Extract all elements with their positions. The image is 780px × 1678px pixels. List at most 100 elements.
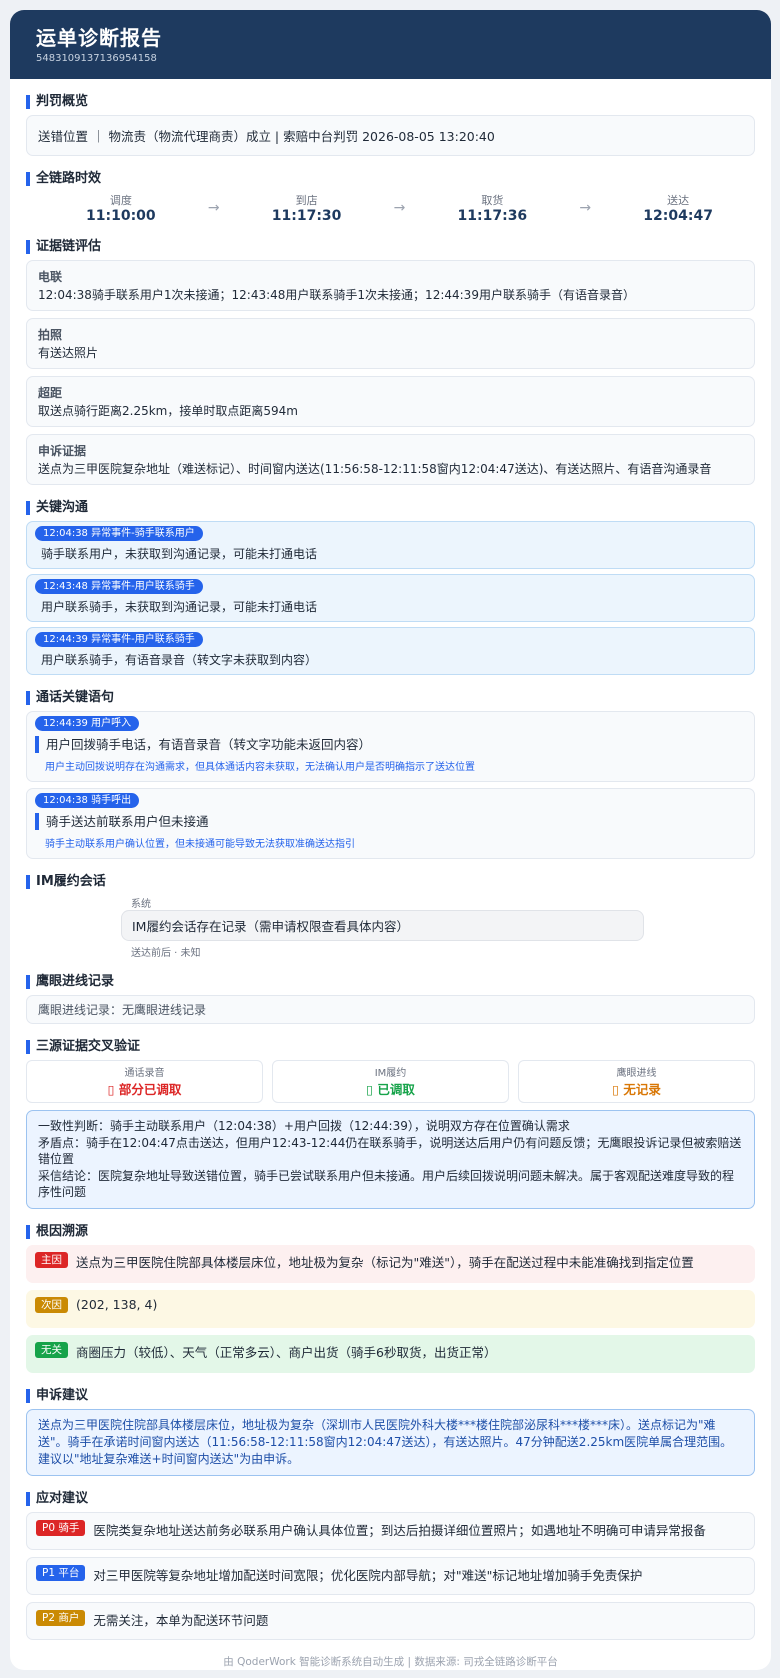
evidence-text: 12:04:38骑手联系用户1次未接通；12:43:48用户联系骑手1次未接通；… <box>38 288 635 302</box>
timeline-node-time: 11:17:36 <box>457 208 528 224</box>
root-cause-text: 商圈压力（较低）、天气（正常多云）、商户出货（骑手6秒取货，出货正常） <box>76 1344 497 1360</box>
cross-sources: 通话录音 ▯ 部分已调取 IM履约 ▯ 已调取 鹰眼进线 ▯ 无记录 <box>26 1060 755 1103</box>
comm-item: 12:43:48 异常事件-用户联系骑手用户联系骑手，未获取到沟通记录，可能未打… <box>26 574 755 622</box>
report-title: 运单诊断报告 <box>36 26 162 50</box>
timeline-node-label: 送达 <box>667 194 690 207</box>
cross-source-status: ▯ 已调取 <box>366 1082 415 1097</box>
cross-source-label: IM履约 <box>374 1068 407 1079</box>
evidence-section-title: 证据链评估 <box>26 240 755 254</box>
call-tag: 12:04:38 骑手呼出 <box>35 793 140 808</box>
timeline-node-label: 取货 <box>481 194 504 207</box>
calls-list: 12:44:39 用户呼入用户回拨骑手电话，有语音录音（转文字功能未返回内容） 用… <box>26 711 755 859</box>
comm-event-tag: 12:43:48 异常事件-用户联系骑手 <box>35 579 203 594</box>
comm-item: 12:04:38 异常事件-骑手联系用户 骑手联系用户，未获取到沟通记录，可能未打… <box>26 521 755 569</box>
im-message: 系统 IM履约会话存在记录（需申请权限查看具体内容） 送达前后 · 未知 <box>26 895 644 959</box>
evidence-card: 超距取送点骑行距离2.25km，接单时取点距离594m <box>26 376 755 427</box>
root-cause-item: 次因 (202, 138, 4) <box>26 1289 755 1328</box>
comm-item: 12:44:39 异常事件-用户联系骑手用户联系骑手，有语音录音（转文字未获取到… <box>26 627 755 675</box>
actions-section-title: 应对建议 <box>26 1491 755 1506</box>
im-meta: 送达前后 · 未知 <box>131 948 201 959</box>
comm-text: 用户联系骑手，有语音录音（转文字未获取到内容） <box>41 653 318 667</box>
actions-list: P0 骑手 医院类复杂地址送达前务必联系用户确认具体位置；到达后拍摄详细位置照片；… <box>26 1511 755 1640</box>
action-item: P2 商户 无需关注，本单为配送环节问题 <box>26 1601 755 1640</box>
comm-text: 用户联系骑手，未获取到沟通记录，可能未打通电话 <box>41 600 318 614</box>
timeline-arrow: → <box>393 200 406 216</box>
action-item: P1 平台 对三甲医院等复杂地址增加配送时间宽限；优化医院内部导航；对"难送"标记… <box>26 1556 755 1595</box>
verdict-line: 一致性判断：骑手主动联系用户（12:04:38）+用户回拨（12:44:39），… <box>38 1119 570 1133</box>
timeline: 调度 11:10:00 → 到店 11:17:30 → 取货 11:17:36 → 送达 12:04… <box>26 192 755 224</box>
report-page: 运单诊断报告 5483109137136954158 判罚概览 送错位置 ｜ 物… <box>10 10 771 1670</box>
root-cause-tag: 主因 <box>35 1251 68 1268</box>
report-content: 判罚概览 送错位置 ｜ 物流责（物流代理商责）成立 | 索赔中台判罚 2026-… <box>10 95 771 1669</box>
cross-source-status: ▯ 无记录 <box>612 1082 661 1097</box>
cross-source-cell: IM履约 ▯ 已调取 <box>272 1060 509 1103</box>
comm-list: 12:04:38 异常事件-骑手联系用户 骑手联系用户，未获取到沟通记录，可能未打… <box>26 521 755 675</box>
comm-event-tag: 12:44:39 异常事件-用户联系骑手 <box>35 632 203 647</box>
comm-text: 骑手联系用户，未获取到沟通记录，可能未打通电话 <box>41 547 318 561</box>
cross-source-cell: 通话录音 ▯ 部分已调取 <box>26 1060 263 1103</box>
evidence-label: 电联 <box>38 270 63 284</box>
evidence-label: 申诉证据 <box>38 444 87 458</box>
action-priority-tag: P0 骑手 <box>36 1519 86 1536</box>
root-cause-tag: 次因 <box>35 1296 68 1313</box>
timeline-section-title: 全链路时效 <box>26 172 755 186</box>
call-note: 用户主动回拨说明存在沟通需求，但具体通话内容未获取，无法确认用户是否明确指示了送… <box>45 762 475 773</box>
timeline-node-label: 调度 <box>109 194 132 207</box>
evidence-card: 拍照 有送达照片 <box>26 318 755 369</box>
call-tag: 12:44:39 用户呼入 <box>35 716 140 731</box>
root-cause-item: 主因 送点为三甲医院住院部具体楼层床位，地址极为复杂（标记为"难送"），骑手在配送… <box>26 1244 755 1283</box>
action-text: 对三甲医院等复杂地址增加配送时间宽限；优化医院内部导航；对"难送"标记地址增加骑… <box>93 1567 643 1583</box>
im-bubble: IM履约会话存在记录（需申请权限查看具体内容） <box>121 910 644 941</box>
appeal-text: 送点为三甲医院住院部具体楼层床位，地址极为复杂（深圳市人民医院外科大楼***楼住… <box>26 1408 755 1476</box>
evidence-card: 电联 12:04:38骑手联系用户1次未接通；12:43:48用户联系骑手1次未接… <box>26 260 755 311</box>
evidence-text: 送点为三甲医院复杂地址（难送标记）、时间窗内送达(11:56:58-12:11:… <box>38 462 712 476</box>
call-text: 骑手送达前联系用户但未接通 <box>35 813 746 830</box>
evidence-list: 电联 12:04:38骑手联系用户1次未接通；12:43:48用户联系骑手1次未接… <box>26 260 755 485</box>
action-item: P0 骑手 医院类复杂地址送达前务必联系用户确认具体位置；到达后拍摄详细位置照片；… <box>26 1511 755 1550</box>
root-cause-text: (202, 138, 4) <box>76 1296 158 1312</box>
timeline-node-time: 12:04:47 <box>643 208 713 224</box>
root-cause-text: 送点为三甲医院住院部具体楼层床位，地址极为复杂（标记为"难送"），骑手在配送过程… <box>76 1254 694 1270</box>
appeal-section-title: 申诉建议 <box>26 1388 755 1403</box>
im-sender: 系统 <box>131 899 151 910</box>
evidence-card: 申诉证据送点为三甲医院复杂地址（难送标记）、时间窗内送达(11:56:58-12… <box>26 434 755 485</box>
cross-source-label: 鹰眼进线 <box>616 1068 657 1079</box>
action-priority-tag: P1 平台 <box>36 1564 86 1581</box>
hawk-record: 鹰眼进线记录：无鹰眼进线记录 <box>26 995 755 1024</box>
evidence-label: 超距 <box>38 386 63 400</box>
im-section-title: IM履约会话 <box>26 875 755 889</box>
timeline-node: 送达 12:04:47 <box>643 192 713 224</box>
hawk-section-title: 鹰眼进线记录 <box>26 975 755 989</box>
call-text: 用户回拨骑手电话，有语音录音（转文字功能未返回内容） <box>35 736 746 753</box>
verdict-line: 矛盾点：骑手在12:04:47点击送达，但用户12:43-12:44仍在联系骑手… <box>38 1135 742 1167</box>
call-item: 12:44:39 用户呼入用户回拨骑手电话，有语音录音（转文字功能未返回内容） 用… <box>26 711 755 782</box>
action-priority-tag: P2 商户 <box>36 1609 86 1626</box>
call-item: 12:04:38 骑手呼出骑手送达前联系用户但未接通骑手主动联系用户确认位置，但… <box>26 788 755 859</box>
report-header: 运单诊断报告 5483109137136954158 <box>10 10 771 79</box>
order-id: 5483109137136954158 <box>36 53 157 64</box>
action-text: 无需关注，本单为配送环节问题 <box>93 1612 269 1628</box>
timeline-node: 调度 11:10:00 <box>86 192 156 224</box>
comm-section-title: 关键沟通 <box>26 501 755 515</box>
penalty-section-title: 判罚概览 <box>26 95 755 109</box>
cross-source-cell: 鹰眼进线 ▯ 无记录 <box>518 1060 755 1103</box>
calls-section-title: 通话关键语句 <box>26 691 755 705</box>
root-cause-list: 主因 送点为三甲医院住院部具体楼层床位，地址极为复杂（标记为"难送"），骑手在配送… <box>26 1244 755 1373</box>
cross-verdict: 一致性判断：骑手主动联系用户（12:04:38）+用户回拨（12:44:39），… <box>26 1110 755 1209</box>
action-text: 医院类复杂地址送达前务必联系用户确认具体位置；到达后拍摄详细位置照片；如遇地址不… <box>93 1522 706 1538</box>
evidence-text: 有送达照片 <box>38 346 99 360</box>
timeline-arrow: → <box>579 200 592 216</box>
cross-source-label: 通话录音 <box>124 1068 165 1079</box>
evidence-text: 取送点骑行距离2.25km，接单时取点距离594m <box>38 404 298 418</box>
root-cause-item: 无关 商圈压力（较低）、天气（正常多云）、商户出货（骑手6秒取货，出货正常） <box>26 1334 755 1373</box>
cross-source-status: ▯ 部分已调取 <box>107 1082 182 1097</box>
footer-text: 由 QoderWork 智能诊断系统自动生成 | 数据来源: 司戎全链路诊断平台 <box>223 1655 558 1668</box>
timeline-node-time: 11:10:00 <box>86 208 156 224</box>
timeline-node-time: 11:17:30 <box>271 208 342 224</box>
cross-section-title: 三源证据交叉验证 <box>26 1040 755 1054</box>
timeline-node: 到店 11:17:30 <box>272 192 342 224</box>
verdict-line: 采信结论：医院复杂地址导致送错位置，骑手已尝试联系用户但未接通。用户后续回拨说明… <box>38 1168 735 1200</box>
timeline-arrow: → <box>207 200 220 216</box>
root-section-title: 根因溯源 <box>26 1224 755 1239</box>
call-note: 骑手主动联系用户确认位置，但未接通可能导致无法获取准确送达指引 <box>45 839 355 850</box>
